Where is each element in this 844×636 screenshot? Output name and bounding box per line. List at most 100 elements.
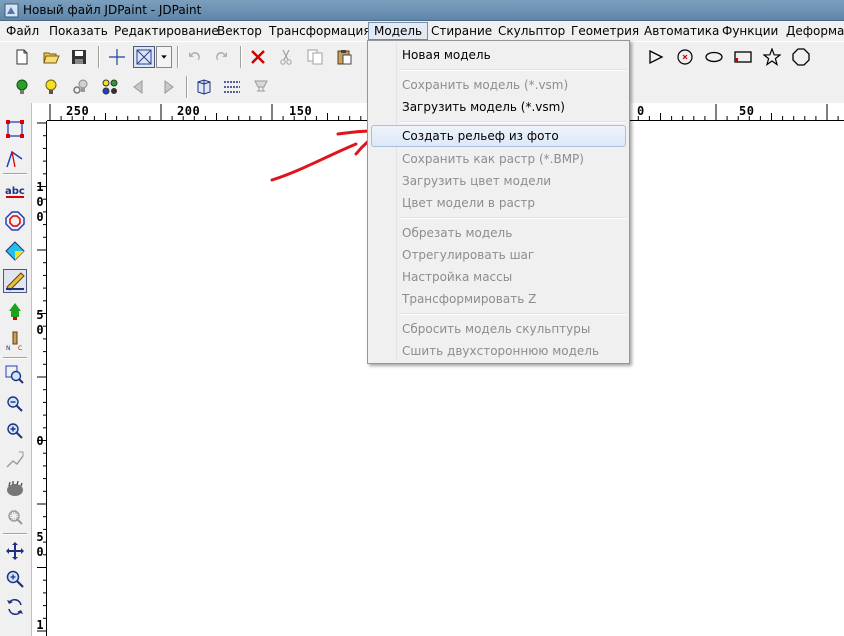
ellipse-button[interactable] [703, 46, 725, 68]
paste-button[interactable] [333, 46, 355, 68]
zoom-region-tool[interactable] [3, 505, 27, 529]
point-circle-button[interactable] [674, 46, 696, 68]
redo-button[interactable] [211, 46, 233, 68]
save-icon [72, 50, 86, 64]
zoom-window-tool[interactable] [3, 363, 27, 387]
sculpt-tool[interactable] [3, 269, 27, 293]
menu-automation[interactable]: Автоматика [638, 22, 725, 40]
menu-view[interactable]: Показать [43, 22, 114, 40]
menu-sculptor[interactable]: Скульптор [492, 22, 571, 40]
copy-icon [307, 49, 323, 65]
save-button[interactable] [68, 46, 90, 68]
menu-erase[interactable]: Стирание [425, 22, 498, 40]
light-settings-button[interactable] [70, 76, 92, 98]
vertical-ruler: 100 50 0 50 1 [33, 121, 47, 636]
rotate-icon [7, 599, 23, 615]
copy-button[interactable] [304, 46, 326, 68]
offset-tool[interactable] [3, 209, 27, 233]
window-title: Новый файл JDPaint - JDPaint [23, 3, 202, 17]
menu-item-load-model-color[interactable]: Загрузить цвет модели [371, 170, 626, 192]
select-box-button[interactable] [133, 46, 155, 68]
menu-item-crop-model[interactable]: Обрезать модель [371, 222, 626, 244]
yellow-bulb-icon [45, 79, 57, 94]
delete-x-icon [251, 50, 265, 64]
bezier-box-icon [6, 120, 24, 138]
menu-deformation[interactable]: Деформаци [780, 22, 844, 40]
light-yellow-button[interactable] [40, 76, 62, 98]
scissors-icon [280, 49, 292, 65]
hedgehog-icon [7, 480, 23, 496]
menu-item-save-as-raster[interactable]: Сохранить как растр (*.BMP) [371, 148, 626, 170]
triangle-shape-button[interactable] [645, 46, 667, 68]
octagon-offset-icon [5, 211, 25, 231]
toolbar-separator [240, 46, 242, 68]
menu-geometry[interactable]: Геометрия [565, 22, 645, 40]
lamp-button[interactable] [250, 76, 272, 98]
zoom-fit-tool[interactable] [3, 448, 27, 472]
star-icon [763, 48, 781, 66]
menu-transform[interactable]: Трансформация [263, 22, 377, 40]
diamond-fill-icon [5, 241, 25, 261]
menu-separator [400, 313, 626, 315]
view-3d-tool[interactable] [3, 477, 27, 501]
lights-multi-button[interactable] [99, 76, 121, 98]
ruler-label: 150 [289, 104, 313, 118]
zoom-fit-icon [6, 451, 24, 468]
star-button[interactable] [761, 46, 783, 68]
lamp-icon [254, 80, 268, 92]
forward-arrow-button[interactable] [157, 76, 179, 98]
multi-bulb-icon [102, 79, 118, 95]
menu-item-mass-settings[interactable]: Настройка массы [371, 266, 626, 288]
menu-item-stitch-two-sided[interactable]: Сшить двухстороннюю модель [371, 340, 626, 362]
menu-model[interactable]: Модель [368, 22, 429, 40]
polyline-icon [6, 150, 23, 168]
back-arrow-button[interactable] [128, 76, 150, 98]
zoom-in-tool[interactable] [3, 419, 27, 443]
rotate-tool[interactable] [3, 595, 27, 619]
milling-tool[interactable] [3, 299, 27, 323]
cut-button[interactable] [275, 46, 297, 68]
undo-button[interactable] [183, 46, 205, 68]
menu-item-load-model[interactable]: Загрузить модель (*.vsm) [371, 96, 626, 118]
menu-item-model-color-to-raster[interactable]: Цвет модели в растр [371, 192, 626, 214]
fill-tool[interactable] [3, 239, 27, 263]
menu-item-transform-z[interactable]: Трансформировать Z [371, 288, 626, 310]
menu-item-save-model[interactable]: Сохранить модель (*.vsm) [371, 74, 626, 96]
menu-item-new-model[interactable]: Новая модель [371, 44, 626, 66]
light-green-button[interactable] [11, 76, 33, 98]
zoom-out-tool[interactable] [3, 392, 27, 416]
menu-file[interactable]: Файл [0, 22, 45, 40]
menu-functions[interactable]: Функции [716, 22, 784, 40]
zoom-tool[interactable] [3, 567, 27, 591]
menu-edit[interactable]: Редактирование [108, 22, 225, 40]
grid-pattern-button[interactable] [221, 76, 243, 98]
svg-text:C: C [18, 345, 22, 351]
delete-button[interactable] [247, 46, 269, 68]
select-mode-dropdown[interactable] [156, 46, 172, 68]
nc-tool[interactable]: NC [3, 329, 27, 353]
menu-item-adjust-step[interactable]: Отрегулировать шаг [371, 244, 626, 266]
clipboard-icon [337, 50, 352, 65]
rectangle-button[interactable] [732, 46, 754, 68]
polygon-button[interactable] [790, 46, 812, 68]
toolbar-separator [98, 46, 100, 68]
open-file-button[interactable] [40, 46, 62, 68]
menu-separator [400, 121, 626, 123]
polyline-tool[interactable] [3, 147, 27, 171]
ruler-label: 250 [66, 104, 90, 118]
model-menu-dropdown: Новая модель Сохранить модель (*.vsm) За… [367, 40, 630, 364]
menu-vector[interactable]: Вектор [211, 22, 268, 40]
select-points-tool[interactable] [3, 117, 27, 141]
menu-item-relief-from-photo[interactable]: Создать рельеф из фото [371, 125, 626, 147]
crosshair-button[interactable] [106, 46, 128, 68]
new-file-button[interactable] [11, 46, 33, 68]
3d-box-button[interactable] [193, 76, 215, 98]
menu-item-reset-sculpture[interactable]: Сбросить модель скульптуры [371, 318, 626, 340]
nc-cutter-icon: NC [6, 331, 22, 351]
ruler-label: 200 [177, 104, 201, 118]
pan-tool[interactable] [3, 539, 27, 563]
ruler-label: 0 [36, 434, 44, 448]
text-tool[interactable]: abc [3, 179, 27, 203]
new-file-icon [16, 49, 28, 65]
move-arrows-icon [6, 542, 24, 560]
